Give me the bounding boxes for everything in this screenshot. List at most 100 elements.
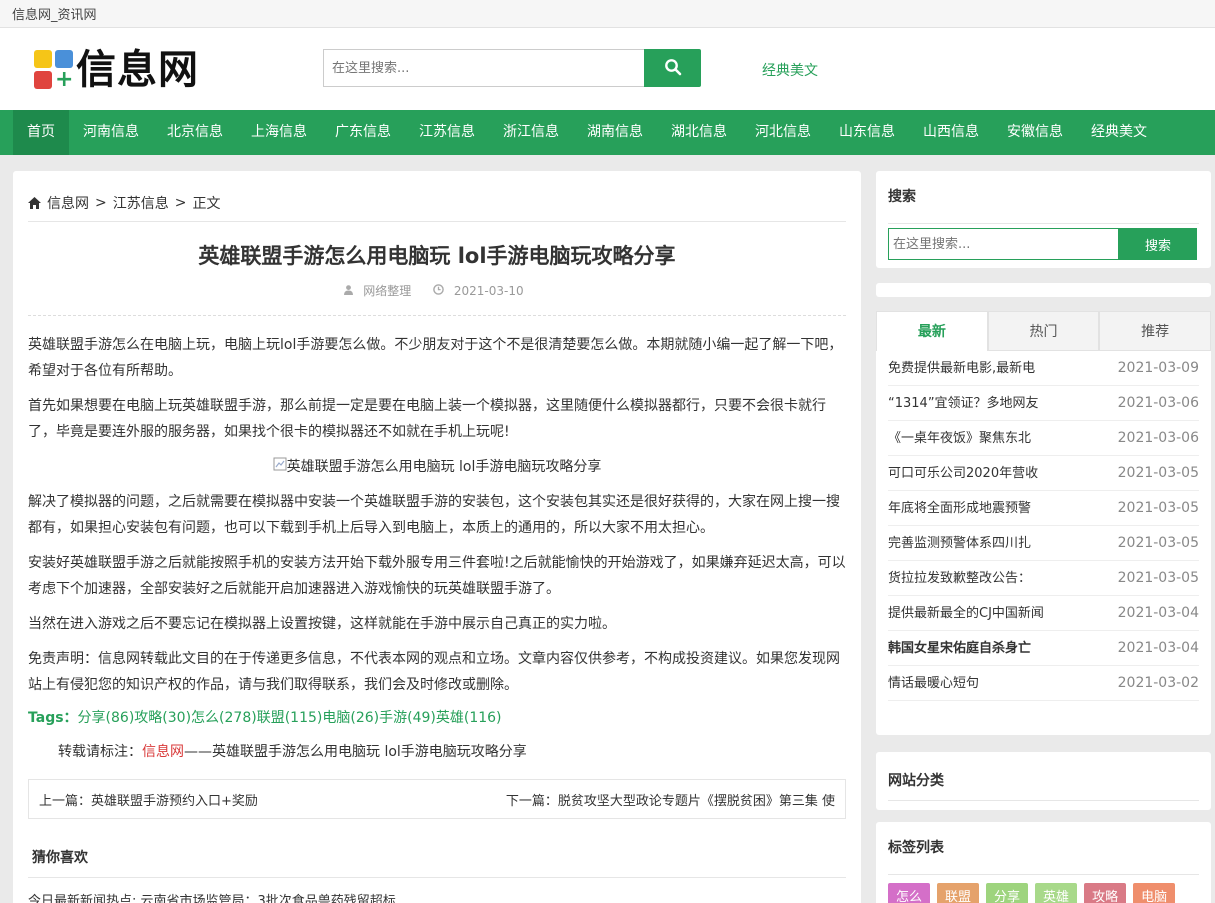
list-item-date: 2021-03-04	[1117, 605, 1199, 621]
list-item-title: 提供最新最全的CJ中国新闻	[888, 606, 1044, 621]
search-icon	[664, 58, 681, 75]
repost-notice: 转载请标注：信息网——英雄联盟手游怎么用电脑玩 lol手游电脑玩攻略分享	[28, 741, 846, 761]
nav-item-shanghai[interactable]: 上海信息	[237, 110, 321, 155]
tag-cloud: 怎么 联盟 分享 英雄 攻略 电脑	[888, 874, 1199, 903]
repost-suffix: ——英雄联盟手游怎么用电脑玩 lol手游电脑玩攻略分享	[184, 744, 527, 760]
nav-item-hunan[interactable]: 湖南信息	[573, 110, 657, 155]
list-item[interactable]: 货拉拉发致歉整改公告： 2021-03-05	[888, 561, 1199, 596]
list-item[interactable]: 年底将全面形成地震预警 2021-03-05	[888, 491, 1199, 526]
broken-image-icon	[273, 457, 287, 471]
article-content: 英雄联盟手游怎么在电脑上玩，电脑上玩lol手游要怎么做。不少朋友对于这个不是很清…	[28, 332, 846, 698]
list-item-date: 2021-03-04	[1117, 640, 1199, 656]
list-item[interactable]: 提供最新最全的CJ中国新闻 2021-03-04	[888, 596, 1199, 631]
breadcrumb-category[interactable]: 江苏信息	[113, 193, 169, 213]
nav-item-beijing[interactable]: 北京信息	[153, 110, 237, 155]
user-icon	[344, 285, 354, 295]
author-meta: 网络整理	[344, 284, 421, 298]
breadcrumb-sep: >	[174, 195, 187, 211]
nav-item-guangdong[interactable]: 广东信息	[321, 110, 405, 155]
tag-link[interactable]: 分享(86)	[78, 710, 135, 726]
breadcrumb-home[interactable]: 信息网	[47, 193, 89, 213]
tag-link[interactable]: 英雄(116)	[436, 710, 502, 726]
site-topbar: 信息网_资讯网	[0, 0, 1215, 28]
tag-button[interactable]: 怎么	[888, 883, 931, 903]
list-item-date: 2021-03-06	[1117, 430, 1199, 446]
site-title: 信息网_资讯网	[12, 8, 97, 23]
tag-link[interactable]: 怎么(278)	[191, 710, 257, 726]
article-date: 2021-03-10	[453, 284, 524, 298]
tag-link[interactable]: 联盟(115)	[257, 710, 323, 726]
list-item-title: “1314”宜领证？多地网友	[888, 396, 1039, 411]
sidebar-search-input[interactable]	[888, 228, 1119, 260]
tag-button[interactable]: 英雄	[1035, 883, 1078, 903]
article-paragraph: 首先如果想要在电脑上玩英雄联盟手游，那么前提一定是要在电脑上装一个模拟器，这里随…	[28, 398, 826, 440]
nav-item-henan[interactable]: 河南信息	[69, 110, 153, 155]
tab-latest[interactable]: 最新	[876, 311, 988, 351]
list-item[interactable]: 免费提供最新电影,最新电 2021-03-09	[888, 351, 1199, 386]
list-item-title: 年底将全面形成地震预警	[888, 501, 1032, 516]
logo-grid-icon: +	[34, 50, 74, 91]
prev-next-nav: 上一篇：英雄联盟手游预约入口+奖励 下一篇：脱贫攻坚大型政论专题片《摆脱贫困》第…	[28, 779, 846, 819]
tags-label: Tags：	[28, 710, 78, 726]
header-search-button[interactable]	[644, 49, 701, 87]
tag-button[interactable]: 攻略	[1084, 883, 1127, 903]
list-item[interactable]: 可口可乐公司2020年营收 2021-03-05	[888, 456, 1199, 491]
article-title: 英雄联盟手游怎么用电脑玩 lol手游电脑玩攻略分享	[198, 244, 676, 268]
nav-item-classic[interactable]: 经典美文	[1077, 110, 1161, 155]
tag-button[interactable]: 电脑	[1133, 883, 1176, 903]
article-paragraph: 英雄联盟手游怎么在电脑上玩，电脑上玩lol手游要怎么做。不少朋友对于这个不是很清…	[28, 337, 843, 379]
sidebar-search-row: 搜索	[888, 223, 1199, 260]
clock-icon	[433, 284, 444, 295]
nav-item-hubei[interactable]: 湖北信息	[657, 110, 741, 155]
disclaimer: 免责声明：信息网转载此文目的在于传递更多信息，不代表本网的观点和立场。文章内容仅…	[28, 651, 840, 693]
prev-article-link[interactable]: 上一篇：英雄联盟手游预约入口+奖励	[39, 790, 258, 809]
divider	[888, 800, 1199, 801]
header: + 信息网 经典美文	[0, 28, 1215, 110]
nav-item-zhejiang[interactable]: 浙江信息	[489, 110, 573, 155]
tab-hot[interactable]: 热门	[987, 311, 1100, 351]
list-item-title: 情话最暖心短句	[888, 676, 980, 691]
list-item[interactable]: 韩国女星宋佑庭自杀身亡 2021-03-04	[888, 631, 1199, 666]
list-item[interactable]: “1314”宜领证？多地网友 2021-03-06	[888, 386, 1199, 421]
tag-button[interactable]: 联盟	[937, 883, 980, 903]
nav-item-anhui[interactable]: 安徽信息	[993, 110, 1077, 155]
category-title: 网站分类	[888, 773, 944, 789]
tag-button[interactable]: 分享	[986, 883, 1029, 903]
list-item[interactable]: 情话最暖心短句 2021-03-02	[888, 666, 1199, 701]
article-image-alt: 英雄联盟手游怎么用电脑玩 lol手游电脑玩攻略分享	[286, 459, 602, 475]
nav-item-shanxi[interactable]: 山西信息	[909, 110, 993, 155]
list-item[interactable]: 完善监测预警体系四川扎 2021-03-05	[888, 526, 1199, 561]
tab-recommended[interactable]: 推荐	[1099, 311, 1212, 351]
nav-item-hebei[interactable]: 河北信息	[741, 110, 825, 155]
breadcrumb: 信息网 > 江苏信息 > 正文	[28, 193, 846, 222]
next-article-link[interactable]: 下一篇：脱贫攻坚大型政论专题片《摆脱贫困》第三集 使	[506, 790, 835, 809]
article-paragraph: 解决了模拟器的问题，之后就需要在模拟器中安装一个英雄联盟手游的安装包，这个安装包…	[28, 494, 840, 536]
tag-link[interactable]: 手游(49)	[379, 710, 436, 726]
logo-text: 信息网	[76, 47, 199, 93]
article-author: 网络整理	[363, 284, 412, 298]
list-item-title: 《一桌年夜饭》聚焦东北	[888, 431, 1032, 446]
list-item-date: 2021-03-05	[1117, 465, 1199, 481]
article-panel: 信息网 > 江苏信息 > 正文 英雄联盟手游怎么用电脑玩 lol手游电脑玩攻略分…	[13, 171, 861, 903]
nav-item-jiangsu[interactable]: 江苏信息	[405, 110, 489, 155]
list-item-title: 货拉拉发致歉整改公告：	[888, 571, 1032, 586]
header-classic-link[interactable]: 经典美文	[762, 60, 818, 80]
site-logo[interactable]: + 信息网	[34, 48, 199, 92]
breadcrumb-sep: >	[95, 195, 107, 211]
sidebar-search-button[interactable]: 搜索	[1119, 228, 1197, 260]
header-search-input[interactable]	[323, 49, 644, 87]
list-item[interactable]: 《一桌年夜饭》聚焦东北 2021-03-06	[888, 421, 1199, 456]
nav-item-home[interactable]: 首页	[13, 110, 69, 155]
repost-site-link[interactable]: 信息网	[142, 744, 184, 760]
list-item-date: 2021-03-05	[1117, 535, 1199, 551]
home-icon	[28, 197, 41, 209]
tag-link[interactable]: 电脑(26)	[322, 710, 379, 726]
nav-item-shandong[interactable]: 山东信息	[825, 110, 909, 155]
tag-link[interactable]: 攻略(30)	[134, 710, 191, 726]
list-item-date: 2021-03-05	[1117, 500, 1199, 516]
sidebar-tabs: 最新 热门 推荐	[876, 311, 1212, 351]
header-search	[323, 49, 701, 87]
guess-item[interactable]: 今日最新新闻热点: 云南省市场监管局：3批次食品兽药残留超标	[28, 890, 846, 903]
sidebar-tabs-panel: 最新 热门 推荐 免费提供最新电影,最新电 2021-03-09 “1314”宜领…	[876, 311, 1212, 735]
repost-prefix: 转载请标注：	[58, 744, 142, 760]
